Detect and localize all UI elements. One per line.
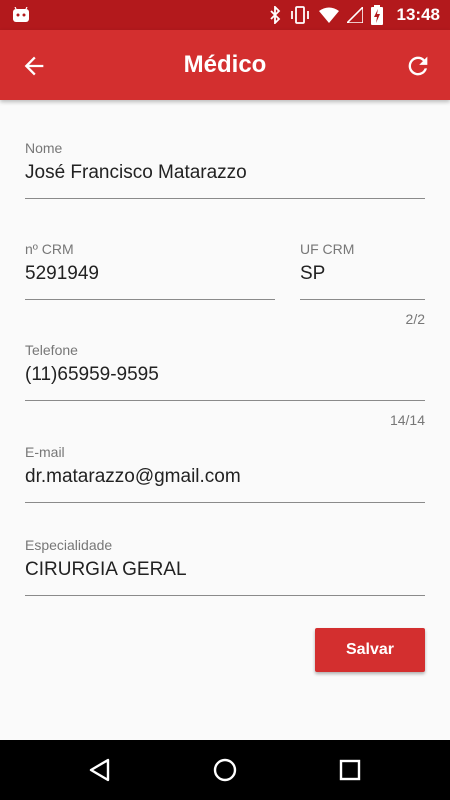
telefone-label: Telefone	[25, 342, 78, 358]
save-button[interactable]: Salvar	[315, 628, 425, 672]
signal-icon	[346, 7, 363, 23]
telefone-field[interactable]: Telefone (11)65959-9595	[25, 342, 425, 402]
telefone-underline	[25, 400, 425, 401]
bluetooth-icon	[269, 6, 280, 24]
page-title: Médico	[183, 51, 267, 78]
status-bar: 13:48	[0, 0, 450, 30]
especialidade-input[interactable]: CIRURGIA GERAL	[25, 559, 425, 581]
uf-crm-label: UF CRM	[300, 241, 355, 257]
nome-input[interactable]: José Francisco Matarazzo	[25, 162, 425, 184]
crm-field[interactable]: nº CRM 5291949	[25, 241, 275, 301]
battery-icon	[370, 5, 383, 25]
email-underline	[25, 502, 425, 503]
recents-nav-icon[interactable]	[337, 757, 363, 783]
refresh-icon[interactable]	[404, 52, 432, 80]
crm-underline	[25, 299, 275, 300]
nome-field[interactable]: Nome José Francisco Matarazzo	[25, 140, 425, 200]
telefone-counter: 14/14	[389, 412, 425, 428]
vibrate-icon	[290, 6, 309, 24]
especialidade-underline	[25, 595, 425, 596]
uf-crm-underline	[300, 299, 425, 300]
uf-crm-input[interactable]: SP	[300, 263, 425, 285]
uf-crm-field[interactable]: UF CRM SP	[300, 241, 425, 301]
especialidade-label: Especialidade	[25, 537, 113, 553]
app-bar: Médico	[0, 30, 450, 100]
nome-underline	[25, 198, 425, 199]
email-field[interactable]: E-mail dr.matarazzo@gmail.com	[25, 444, 425, 504]
wifi-icon	[318, 7, 339, 23]
uf-crm-counter: 2/2	[405, 311, 425, 327]
status-time: 13:48	[396, 5, 440, 24]
telefone-input[interactable]: (11)65959-9595	[25, 364, 425, 386]
crm-input[interactable]: 5291949	[25, 263, 275, 285]
navigation-bar	[0, 740, 450, 800]
home-nav-icon[interactable]	[212, 757, 238, 783]
crm-label: nº CRM	[25, 241, 74, 257]
email-input[interactable]: dr.matarazzo@gmail.com	[25, 466, 425, 488]
android-icon	[13, 7, 29, 22]
email-label: E-mail	[25, 444, 65, 460]
especialidade-field[interactable]: Especialidade CIRURGIA GERAL	[25, 537, 425, 597]
nome-label: Nome	[25, 140, 63, 156]
back-nav-icon[interactable]	[87, 757, 113, 783]
